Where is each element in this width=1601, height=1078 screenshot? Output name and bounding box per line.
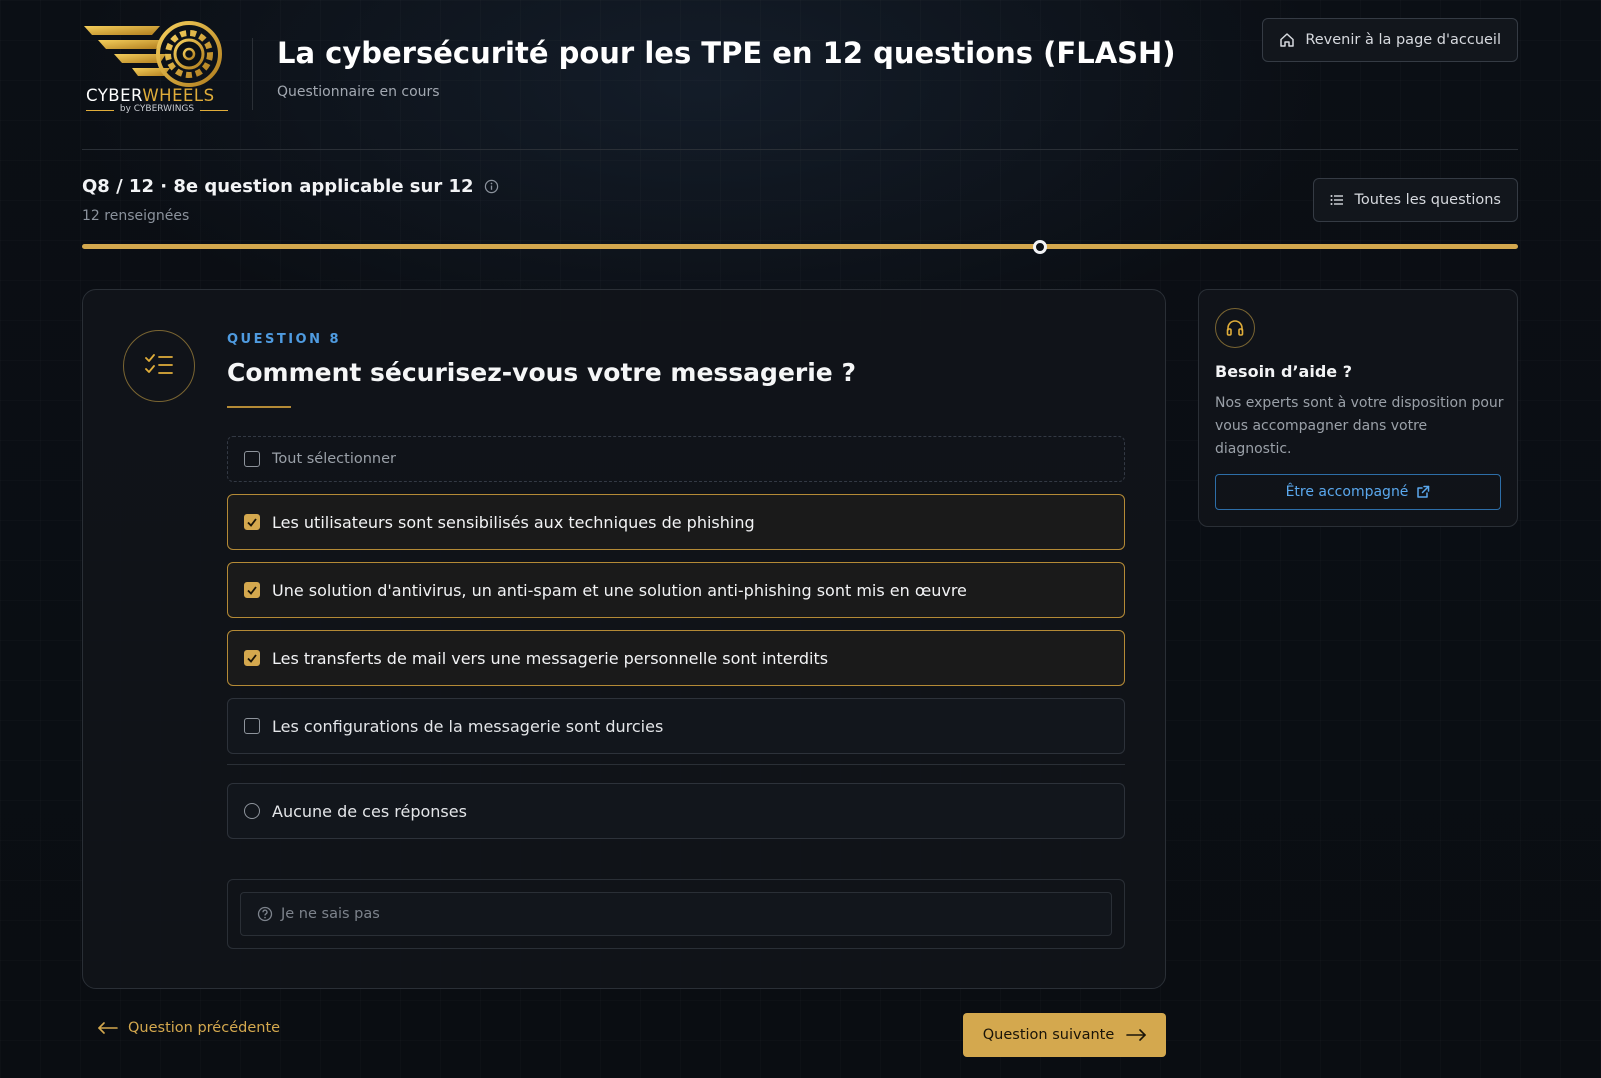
question-number: QUESTION 8 <box>227 332 342 347</box>
checkbox-checked-icon <box>244 582 260 598</box>
help-title: Besoin d’aide ? <box>1215 362 1352 381</box>
question-title: Comment sécurisez-vous votre messagerie … <box>227 358 856 387</box>
question-circle-icon <box>257 906 273 922</box>
home-button[interactable]: Revenir à la page d'accueil <box>1262 18 1518 62</box>
option-mail-forwarding-banned[interactable]: Les transferts de mail vers une messager… <box>227 630 1125 686</box>
logo-wordmark: CYBERWHEELS <box>86 86 215 105</box>
title-underline <box>227 406 291 408</box>
checkbox-checked-icon <box>244 514 260 530</box>
all-questions-label: Toutes les questions <box>1354 192 1501 208</box>
none-label: Aucune de ces réponses <box>272 801 467 821</box>
info-icon[interactable] <box>484 179 499 194</box>
progress-track[interactable] <box>82 244 1518 249</box>
next-question-label: Question suivante <box>982 1027 1115 1043</box>
option-phishing-awareness[interactable]: Les utilisateurs sont sensibilisés aux t… <box>227 494 1125 550</box>
get-support-button[interactable]: Être accompagné <box>1215 474 1501 510</box>
page-header: CYBERWHEELS by CYBERWINGS La cybersécuri… <box>82 0 1518 150</box>
help-text: Nos experts sont à votre disposition pou… <box>1215 395 1504 457</box>
option-none[interactable]: Aucune de ces réponses <box>227 783 1125 839</box>
dont-know-button[interactable]: Je ne sais pas <box>240 892 1112 936</box>
page-container: CYBERWHEELS by CYBERWINGS La cybersécuri… <box>82 0 1518 1057</box>
checkbox-icon <box>244 718 260 734</box>
page-title: La cybersécurité pour les TPE en 12 ques… <box>277 36 1176 70</box>
progress-thumb[interactable] <box>1032 240 1047 254</box>
option-label: Les transferts de mail vers une messager… <box>272 648 829 668</box>
get-support-label: Être accompagné <box>1285 484 1409 500</box>
wheel-logo-icon <box>84 21 222 87</box>
list-icon <box>1330 195 1344 205</box>
header-divider <box>252 38 253 110</box>
checkbox-checked-icon <box>244 650 260 666</box>
answered-count: 12 renseignées <box>82 208 190 224</box>
dont-know-container: Je ne sais pas <box>227 879 1125 949</box>
checkbox-icon <box>244 451 260 467</box>
cyberwheels-logo: CYBERWHEELS by CYBERWINGS <box>82 20 230 120</box>
radio-icon <box>244 803 260 819</box>
checklist-icon <box>123 330 195 402</box>
progress-title: Q8 / 12 · 8e question applicable sur 12 <box>82 176 499 197</box>
page-subtitle: Questionnaire en cours <box>277 84 440 100</box>
select-all-label: Tout sélectionner <box>272 451 396 467</box>
option-label: Les utilisateurs sont sensibilisés aux t… <box>272 512 755 532</box>
select-all-checkbox[interactable]: Tout sélectionner <box>227 436 1125 482</box>
headset-icon <box>1215 308 1255 348</box>
previous-question-button[interactable]: Question précédente <box>98 1020 280 1036</box>
previous-question-label: Question précédente <box>128 1020 281 1036</box>
external-link-icon <box>1417 485 1430 498</box>
arrow-right-icon <box>1126 1029 1147 1041</box>
next-question-button[interactable]: Question suivante <box>963 1013 1166 1057</box>
arrow-left-icon <box>98 1022 118 1034</box>
option-hardened-config[interactable]: Les configurations de la messagerie sont… <box>227 698 1125 754</box>
home-icon <box>1280 33 1295 47</box>
progress-section: Q8 / 12 · 8e question applicable sur 12 … <box>82 150 1518 270</box>
all-questions-button[interactable]: Toutes les questions <box>1313 178 1518 222</box>
help-panel: Besoin d’aide ? Nos experts sont à votre… <box>1198 289 1518 527</box>
dont-know-label: Je ne sais pas <box>281 906 380 922</box>
home-button-label: Revenir à la page d'accueil <box>1305 32 1501 48</box>
option-label: Les configurations de la messagerie sont… <box>272 716 664 736</box>
progress-title-text: Q8 / 12 · 8e question applicable sur 12 <box>82 176 474 197</box>
question-card: QUESTION 8 Comment sécurisez-vous votre … <box>82 289 1166 989</box>
logo-byline: by CYBERWINGS <box>86 104 228 114</box>
option-label: Une solution d'antivirus, un anti-spam e… <box>272 580 967 600</box>
option-antivirus-antispam[interactable]: Une solution d'antivirus, un anti-spam e… <box>227 562 1125 618</box>
options-divider <box>227 764 1125 765</box>
